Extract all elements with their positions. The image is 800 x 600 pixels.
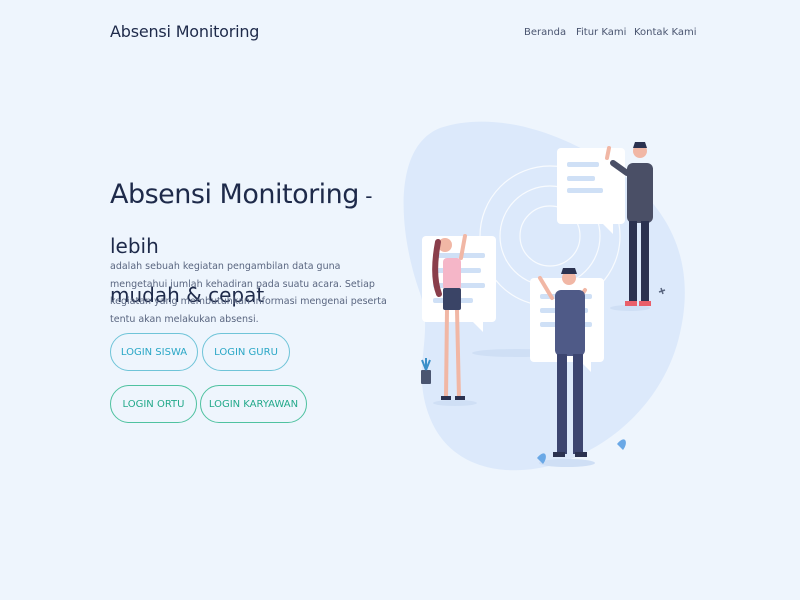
login-karyawan-button[interactable]: LOGIN KARYAWAN (200, 385, 307, 423)
nav-beranda[interactable]: Beranda (524, 27, 566, 38)
login-ortu-button[interactable]: LOGIN ORTU (110, 385, 197, 423)
hero-title-main: Absensi Monitoring (110, 179, 359, 210)
login-guru-button[interactable]: LOGIN GURU (202, 333, 290, 371)
nav-fitur-kami[interactable]: Fitur Kami (576, 27, 626, 38)
login-siswa-button[interactable]: LOGIN SISWA (110, 333, 198, 371)
people-collaboration-illustration (403, 121, 685, 471)
navbar: Absensi Monitoring Beranda Fitur Kami Ko… (0, 0, 800, 68)
hero-description: adalah sebuah kegiatan pengambilan data … (110, 261, 387, 325)
brand-logo[interactable]: Absensi Monitoring (110, 22, 259, 41)
nav-kontak-kami[interactable]: Kontak Kami (634, 27, 697, 38)
